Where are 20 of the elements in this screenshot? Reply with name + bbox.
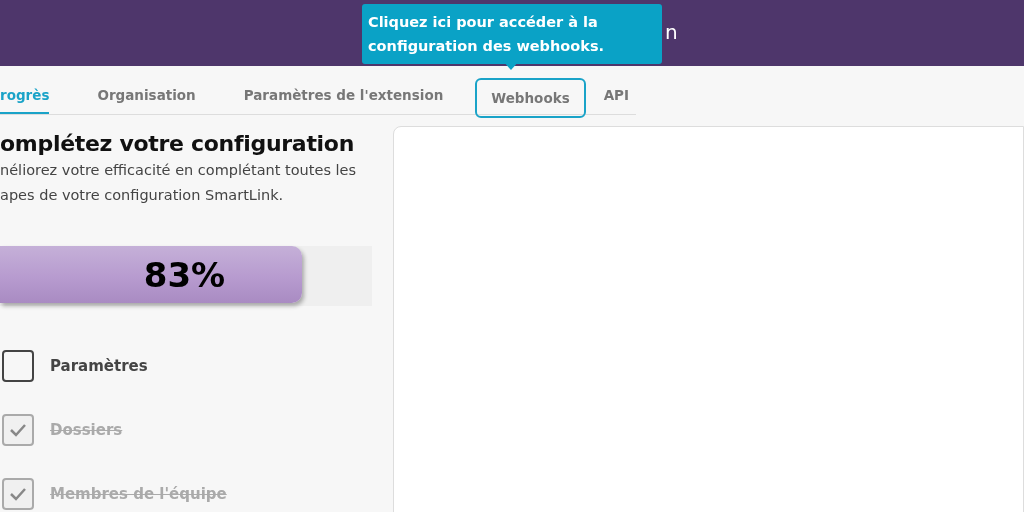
- check-icon: [9, 487, 27, 501]
- tab[interactable]: rogrès: [0, 78, 50, 114]
- tab[interactable]: API: [603, 78, 630, 114]
- tab[interactable]: Webhooks: [475, 78, 586, 118]
- description-text: néliorez votre efficacité en complétant toutes les: [0, 161, 358, 180]
- check-icon: [9, 423, 27, 437]
- step-label: Paramètres: [50, 357, 148, 375]
- tab[interactable]: Organisation: [97, 78, 196, 114]
- description-text: apes de votre configuration SmartLink.: [0, 186, 285, 205]
- section-title: omplétez votre configuration: [0, 131, 356, 156]
- checkbox[interactable]: [2, 478, 34, 510]
- checkbox[interactable]: [2, 350, 34, 382]
- progress-reading: 83%: [143, 254, 226, 295]
- step-label: Membres de l'équipe: [50, 485, 227, 503]
- tab[interactable]: Paramètres de l'extension: [243, 78, 444, 114]
- tooltip: Cliquez ici pour accéder à la configuration des webhooks.: [362, 4, 662, 64]
- step-label: Dossiers: [50, 421, 123, 439]
- tooltip-pointer: [503, 61, 519, 70]
- checkbox[interactable]: [2, 414, 34, 446]
- page-title: n: [665, 20, 678, 44]
